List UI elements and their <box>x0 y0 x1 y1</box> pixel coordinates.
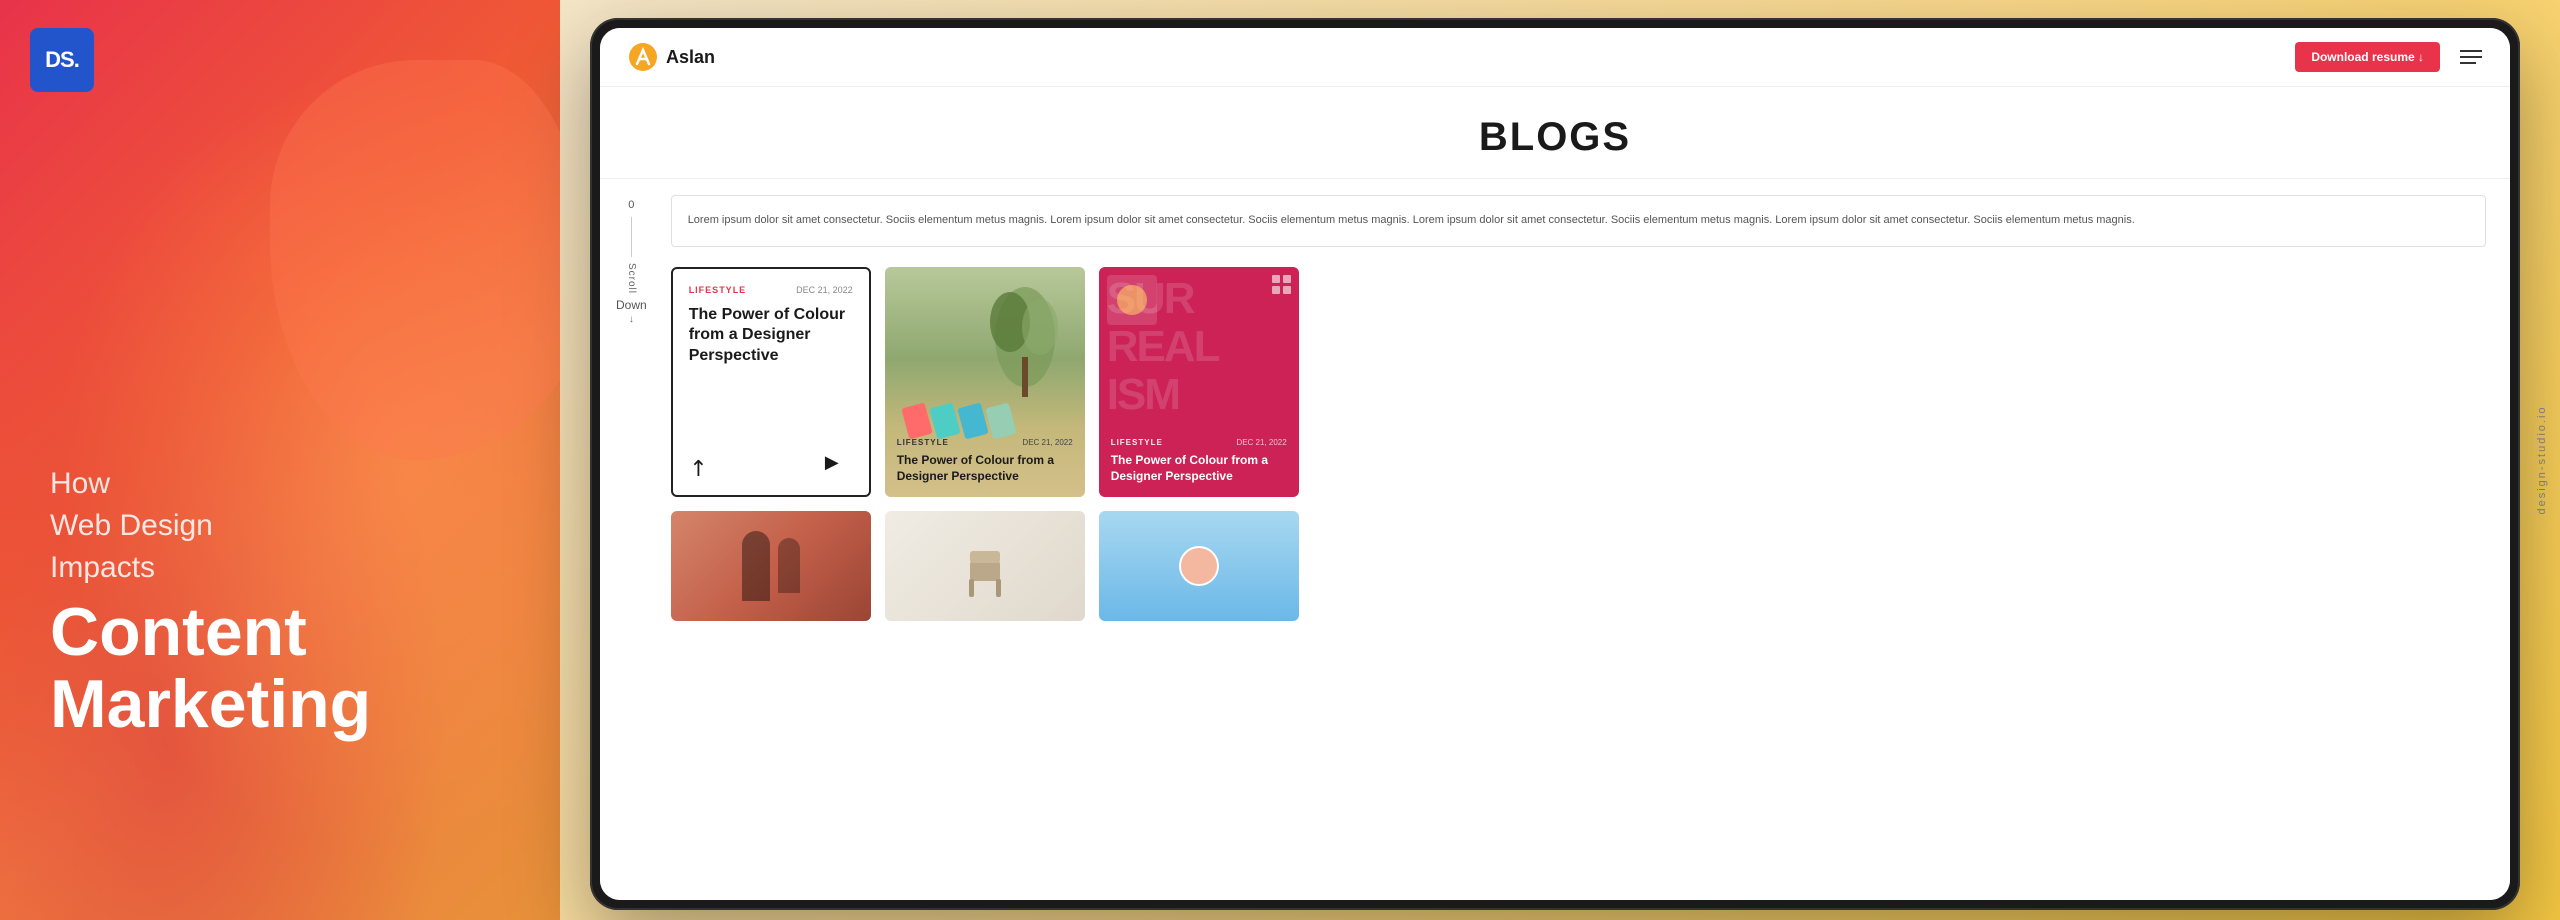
swatch-green <box>985 402 1016 439</box>
scroll-number: 0 <box>628 199 634 211</box>
grid-dot-1 <box>1272 275 1280 283</box>
blogs-heading: BLOGS <box>600 87 2510 179</box>
scroll-line <box>631 217 632 257</box>
brand-icon <box>628 42 658 72</box>
ds-logo: DS. <box>30 28 94 92</box>
grid-dot-4 <box>1283 286 1291 294</box>
main-title: Content Marketing <box>50 597 371 740</box>
card-3-tag: LIFESTYLE <box>1111 438 1163 447</box>
page-content: BLOGS 0 Scroll Down ↓ <box>600 87 2510 900</box>
card-3-thumbnail <box>1107 275 1157 325</box>
site-label: design-studio.io <box>2536 405 2548 514</box>
card-1-meta: LIFESTYLE DEC 21, 2022 <box>689 285 853 295</box>
scroll-down-text: Down <box>616 298 647 312</box>
card-5-content <box>885 511 1085 621</box>
card-3-overlay: LIFESTYLE DEC 21, 2022 The Power of Colo… <box>1111 438 1287 484</box>
hamburger-line-3 <box>2460 62 2476 64</box>
lorem-text-block: Lorem ipsum dolor sit amet consectetur. … <box>671 195 2486 247</box>
card-2-date: DEC 21, 2022 <box>1022 438 1072 447</box>
blog-card-3[interactable]: SURREALISM <box>1099 267 1299 497</box>
swatch-blue <box>957 402 988 439</box>
hamburger-line-1 <box>2460 50 2482 52</box>
scroll-arrow-icon: ↓ <box>629 314 634 325</box>
person-portrait <box>1179 546 1219 586</box>
person-silhouette-2 <box>778 538 800 593</box>
chair-svg <box>955 531 1015 601</box>
main-area: Lorem ipsum dolor sit amet consectetur. … <box>663 179 2510 900</box>
card-2-meta-row: LIFESTYLE DEC 21, 2022 <box>897 438 1073 447</box>
moon-shape <box>1117 285 1147 315</box>
left-panel: DS. How Web Design Impacts Content Marke… <box>0 0 560 920</box>
scroll-indicator: 0 Scroll Down ↓ <box>600 179 663 900</box>
navbar: Aslan Download resume ↓ <box>600 28 2510 87</box>
tablet-wrapper: Aslan Download resume ↓ BLOGS <box>590 18 2520 910</box>
swatch-red <box>901 402 932 439</box>
blog-card-2[interactable]: LIFESTYLE DEC 21, 2022 The Power of Colo… <box>885 267 1085 497</box>
brand: Aslan <box>628 42 715 72</box>
card-1-tag: LIFESTYLE <box>689 285 747 295</box>
card-3-date: DEC 21, 2022 <box>1236 438 1286 447</box>
card-3-title: The Power of Colour from a Designer Pers… <box>1111 453 1287 484</box>
blog-card-4[interactable] <box>671 511 871 621</box>
swatch-teal <box>929 402 960 439</box>
person-silhouette-1 <box>742 531 770 601</box>
card-3-grid-dots <box>1272 275 1291 294</box>
card-1-date: DEC 21, 2022 <box>796 285 853 295</box>
card-2-title: The Power of Colour from a Designer Pers… <box>897 453 1073 484</box>
brand-name: Aslan <box>666 47 715 68</box>
download-resume-button[interactable]: Download resume ↓ <box>2295 42 2440 72</box>
blog-card-5[interactable] <box>885 511 1085 621</box>
subtitle-how: How Web Design Impacts <box>50 463 371 589</box>
cursor-icon: ▶ <box>825 452 839 473</box>
content-area: 0 Scroll Down ↓ Lorem ipsum dolor sit am… <box>600 179 2510 900</box>
blog-card-6[interactable] <box>1099 511 1299 621</box>
scroll-label: Scroll <box>626 263 637 294</box>
card-6-content <box>1099 511 1299 621</box>
card-2-tag: LIFESTYLE <box>897 438 949 447</box>
tablet-device: Aslan Download resume ↓ BLOGS <box>590 18 2520 910</box>
plant-illustration <box>985 277 1065 397</box>
color-swatches <box>905 405 1013 437</box>
blog-card-1[interactable]: LIFESTYLE DEC 21, 2022 The Power of Colo… <box>671 267 871 497</box>
hamburger-menu[interactable] <box>2460 50 2482 64</box>
right-background: design-studio.io Aslan Download resume ↓ <box>560 0 2560 920</box>
cards-row-1: LIFESTYLE DEC 21, 2022 The Power of Colo… <box>671 267 2486 497</box>
hamburger-line-2 <box>2460 56 2482 58</box>
tablet-screen: Aslan Download resume ↓ BLOGS <box>600 28 2510 900</box>
card-2-overlay: LIFESTYLE DEC 21, 2022 The Power of Colo… <box>897 438 1073 484</box>
grid-dot-3 <box>1272 286 1280 294</box>
left-panel-text: How Web Design Impacts Content Marketing <box>50 463 371 740</box>
card-3-meta-row: LIFESTYLE DEC 21, 2022 <box>1111 438 1287 447</box>
grid-dot-2 <box>1283 275 1291 283</box>
card-4-content <box>671 511 871 621</box>
cards-row-2 <box>671 511 2486 621</box>
